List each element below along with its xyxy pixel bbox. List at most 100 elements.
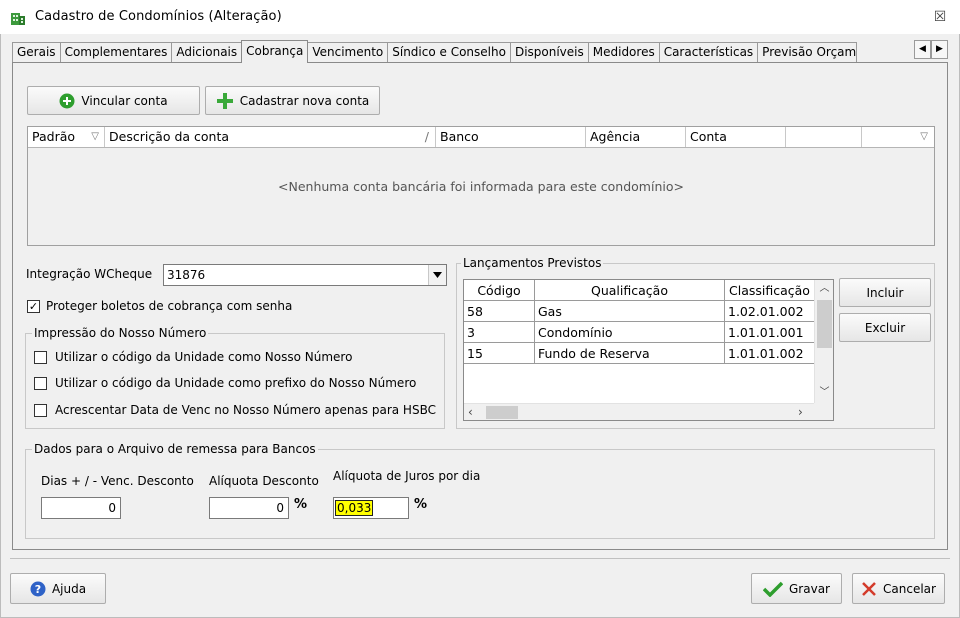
- table-row[interactable]: 3 Condomínio 1.01.01.001: [464, 321, 815, 343]
- new-account-label: Cadastrar nova conta: [239, 93, 370, 108]
- nosso-numero-option-3-label: Acrescentar Data de Venc no Nosso Número…: [55, 403, 436, 417]
- column-conta[interactable]: Conta: [686, 127, 786, 147]
- column-banco[interactable]: Banco: [436, 127, 586, 147]
- close-icon[interactable]: ☒: [932, 9, 948, 25]
- cell-codigo: 3: [464, 321, 535, 343]
- exclude-label: Excluir: [864, 320, 906, 335]
- column-agencia[interactable]: Agência: [586, 127, 686, 147]
- cell-classificacao: 1.01.01.001: [724, 321, 815, 343]
- exclude-button[interactable]: Excluir: [839, 313, 931, 342]
- column-padrao[interactable]: Padrão ▽: [28, 127, 105, 147]
- tab-scroll-left-icon[interactable]: ◀: [914, 40, 931, 59]
- filter-icon: ▽: [91, 131, 99, 142]
- lancamentos-empty-area: [464, 365, 814, 403]
- save-button[interactable]: Gravar: [751, 573, 842, 604]
- tab-gerais[interactable]: Gerais: [12, 42, 61, 62]
- column-classificacao[interactable]: Classificação: [724, 280, 815, 301]
- tab-caracteristicas[interactable]: Características: [658, 42, 759, 62]
- chevron-down-icon[interactable]: [428, 265, 446, 285]
- column-codigo[interactable]: Código: [464, 280, 535, 301]
- checkmark-icon: [763, 581, 783, 597]
- lancamentos-table: Código Qualificação Classificação 58 Gas…: [464, 280, 815, 364]
- aliquota-juros-field[interactable]: 0,033: [333, 497, 409, 519]
- remessa-title: Dados para o Arquivo de remessa para Ban…: [32, 442, 318, 456]
- plus-icon: [216, 92, 233, 109]
- scroll-up-icon[interactable]: ︿: [815, 280, 833, 297]
- lancamentos-vscrollbar[interactable]: ︿ ﹀: [814, 280, 833, 403]
- footer-divider: [10, 558, 950, 559]
- table-row[interactable]: 15 Fundo de Reserva 1.01.01.002: [464, 342, 815, 364]
- lancamentos-hscrollbar[interactable]: ‹ ›: [464, 403, 814, 420]
- title-bar: Cadastro de Condomínios (Alteração) ☒: [0, 0, 960, 34]
- aliquota-desconto-field[interactable]: 0: [209, 497, 289, 519]
- help-icon: ?: [30, 581, 46, 596]
- accounts-grid-header: Padrão ▽ Descrição da conta / Banco Agên…: [28, 127, 934, 148]
- cell-codigo: 15: [464, 342, 535, 364]
- save-label: Gravar: [789, 581, 830, 596]
- nosso-numero-option-2-label: Utilizar o código da Unidade como prefix…: [55, 376, 417, 390]
- scroll-left-icon[interactable]: ‹: [468, 404, 482, 420]
- aliquota-juros-label: Alíquota de Juros por dia: [333, 469, 481, 483]
- integration-value: 31876: [167, 268, 206, 282]
- plus-circle-icon: [59, 93, 75, 108]
- sort-icon: /: [424, 129, 429, 144]
- cell-qualificacao: Condomínio: [534, 321, 725, 343]
- aliquota-desconto-percent: %: [294, 497, 308, 512]
- aliquota-desconto-label: Alíquota Desconto: [209, 474, 319, 488]
- column-blank: [786, 127, 862, 147]
- tab-medidores[interactable]: Medidores: [587, 42, 660, 62]
- dias-field[interactable]: 0: [41, 497, 121, 519]
- nosso-numero-option-1-label: Utilizar o código da Unidade como Nosso …: [55, 350, 353, 364]
- aliquota-juros-value: 0,033: [334, 500, 374, 516]
- remessa-group: Dados para o Arquivo de remessa para Ban…: [25, 442, 935, 539]
- include-label: Incluir: [866, 285, 904, 300]
- cell-classificacao: 1.02.01.002: [724, 300, 815, 322]
- column-filter-icon: ▽: [920, 131, 928, 142]
- tab-vencimento[interactable]: Vencimento: [307, 42, 389, 62]
- tab-previsao-orcamento[interactable]: Previsão Orçam: [757, 42, 858, 62]
- link-account-button[interactable]: Vincular conta: [27, 86, 200, 115]
- cell-classificacao: 1.01.01.002: [724, 342, 815, 364]
- cell-codigo: 58: [464, 300, 535, 322]
- tab-scroll-buttons: ◀ ▶: [914, 40, 948, 59]
- integration-label: Integração WCheque: [26, 267, 153, 281]
- scroll-down-icon[interactable]: ﹀: [815, 384, 833, 401]
- help-button[interactable]: ? Ajuda: [10, 573, 106, 604]
- column-filter[interactable]: ▽: [862, 127, 934, 147]
- help-label: Ajuda: [51, 581, 87, 596]
- include-button[interactable]: Incluir: [839, 278, 931, 307]
- accounts-grid[interactable]: Padrão ▽ Descrição da conta / Banco Agên…: [27, 126, 935, 246]
- cancel-x-icon: [862, 581, 876, 596]
- tab-complementares[interactable]: Complementares: [59, 42, 173, 62]
- protect-checkbox[interactable]: ✓: [27, 300, 40, 313]
- lancamentos-title: Lançamentos Previstos: [461, 256, 604, 270]
- aliquota-juros-percent: %: [414, 497, 428, 512]
- column-descricao[interactable]: Descrição da conta /: [105, 127, 436, 147]
- tab-cobranca[interactable]: Cobrança: [241, 40, 309, 63]
- tab-sindico-conselho[interactable]: Síndico e Conselho: [387, 42, 511, 62]
- cancel-label: Cancelar: [883, 581, 936, 596]
- nosso-numero-option-2-checkbox[interactable]: [34, 377, 47, 390]
- svg-text:?: ?: [35, 583, 41, 596]
- accounts-empty-message: <Nenhuma conta bancária foi informada pa…: [278, 179, 684, 194]
- dias-label: Dias + / - Venc. Desconto: [41, 474, 194, 488]
- nosso-numero-option-3-checkbox[interactable]: [34, 404, 47, 417]
- tab-scroll-right-icon[interactable]: ▶: [931, 40, 948, 59]
- integration-combo[interactable]: 31876: [163, 264, 447, 286]
- cobranca-panel: Vincular conta Cadastrar nova conta Padr…: [12, 62, 948, 550]
- new-account-button[interactable]: Cadastrar nova conta: [205, 86, 380, 115]
- lancamentos-header-row: Código Qualificação Classificação: [464, 280, 815, 301]
- tab-disponiveis[interactable]: Disponíveis: [509, 42, 589, 62]
- nosso-numero-option-1-checkbox[interactable]: [34, 351, 47, 364]
- tab-adicionais[interactable]: Adicionais: [171, 42, 243, 62]
- scroll-thumb[interactable]: [817, 300, 832, 348]
- cancel-button[interactable]: Cancelar: [852, 573, 945, 604]
- table-row[interactable]: 58 Gas 1.02.01.002: [464, 300, 815, 322]
- nosso-numero-title: Impressão do Nosso Número: [32, 326, 209, 340]
- hscroll-thumb[interactable]: [486, 406, 518, 419]
- link-account-label: Vincular conta: [81, 93, 168, 108]
- lancamentos-grid[interactable]: Código Qualificação Classificação 58 Gas…: [463, 279, 834, 421]
- scroll-right-icon[interactable]: ›: [798, 404, 812, 420]
- scroll-corner: [814, 403, 833, 420]
- column-qualificacao[interactable]: Qualificação: [534, 280, 725, 301]
